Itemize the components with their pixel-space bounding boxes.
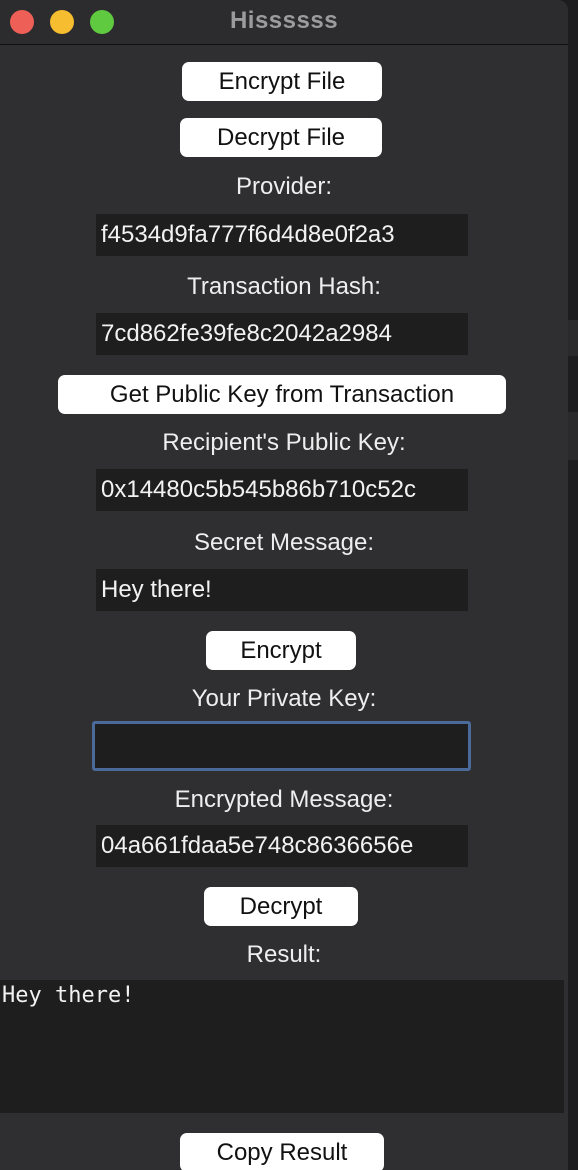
encrypted-message-label: Encrypted Message: xyxy=(174,786,394,813)
decrypt-button[interactable]: Decrypt xyxy=(204,887,358,926)
decrypt-file-button[interactable]: Decrypt File xyxy=(180,118,382,157)
private-key-field[interactable] xyxy=(92,721,471,771)
title-bar[interactable]: Hissssss xyxy=(0,0,568,45)
encrypt-file-button[interactable]: Encrypt File xyxy=(182,62,382,101)
copy-result-button[interactable]: Copy Result xyxy=(180,1133,384,1170)
private-key-label: Your Private Key: xyxy=(191,685,377,712)
provider-field[interactable]: f4534d9fa777f6d4d8e0f2a3 xyxy=(96,214,468,256)
encrypted-message-field[interactable]: 04a661fdaa5e748c8636656e xyxy=(96,825,468,867)
encrypt-button[interactable]: Encrypt xyxy=(206,631,356,670)
window-title: Hissssss xyxy=(229,7,339,34)
result-label: Result: xyxy=(246,941,322,968)
result-textarea[interactable]: Hey there! xyxy=(0,980,564,1113)
recipient-public-key-label: Recipient's Public Key: xyxy=(162,429,406,456)
background-editor-strip xyxy=(568,0,578,1170)
transaction-hash-field[interactable]: 7cd862fe39fe8c2042a2984 xyxy=(96,313,468,355)
app-window: Hissssss Encrypt File Decrypt File Provi… xyxy=(0,0,568,1170)
recipient-public-key-field[interactable]: 0x14480c5b545b86b710c52c xyxy=(96,469,468,511)
secret-message-label: Secret Message: xyxy=(193,529,375,556)
provider-label: Provider: xyxy=(235,173,333,200)
get-public-key-button[interactable]: Get Public Key from Transaction xyxy=(58,375,506,414)
transaction-hash-label: Transaction Hash: xyxy=(187,273,381,300)
secret-message-field[interactable]: Hey there! xyxy=(96,569,468,611)
